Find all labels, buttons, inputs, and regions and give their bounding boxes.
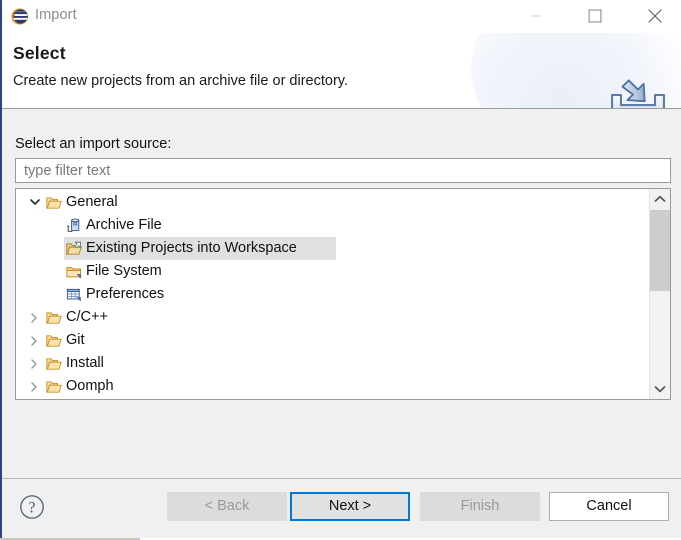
tree-item-general[interactable]: General xyxy=(16,191,649,214)
tree-item-label: Existing Projects into Workspace xyxy=(86,240,297,256)
tree-vertical-scrollbar[interactable] xyxy=(649,189,670,399)
tree-item-label: Preferences xyxy=(86,286,165,302)
tree-item-git[interactable]: Git xyxy=(16,329,649,352)
svg-text:?: ? xyxy=(29,499,36,516)
dialog-body: Select an import source: General Archive … xyxy=(2,109,681,478)
maximize-icon[interactable] xyxy=(572,0,618,32)
tree-item-label: Oomph xyxy=(66,378,114,394)
window-title: Import xyxy=(35,7,77,23)
tree-item-label: Install xyxy=(66,355,104,371)
dialog-footer: ? < Back Next > Finish Cancel xyxy=(2,479,681,538)
archive-file-icon xyxy=(66,218,82,234)
tree-item-label: C/C++ xyxy=(66,309,108,325)
minimize-icon[interactable] xyxy=(513,0,559,32)
chevron-right-icon[interactable] xyxy=(28,329,44,352)
help-question-icon[interactable]: ? xyxy=(19,494,45,520)
tree-rows-container: General Archive File Existing Projects int… xyxy=(16,189,649,399)
import-source-tree[interactable]: General Archive File Existing Projects int… xyxy=(15,188,671,400)
wizard-header: Select Create new projects from an archi… xyxy=(2,33,681,109)
scrollbar-thumb[interactable] xyxy=(650,210,670,291)
eclipse-icon xyxy=(11,8,29,25)
cancel-button[interactable]: Cancel xyxy=(549,492,669,521)
page-description: Create new projects from an archive file… xyxy=(13,73,348,89)
tree-item-label: File System xyxy=(86,263,162,279)
chevron-right-icon[interactable] xyxy=(28,352,44,375)
tree-item-archive-file[interactable]: Archive File xyxy=(16,214,649,237)
close-icon[interactable] xyxy=(632,0,678,32)
chevron-right-icon[interactable] xyxy=(28,375,44,398)
preferences-grid-icon xyxy=(66,287,82,303)
open-folder-icon xyxy=(46,333,62,349)
back-button[interactable]: < Back xyxy=(167,492,287,521)
closed-folder-icon xyxy=(66,264,82,280)
tree-item-label: Git xyxy=(66,332,85,348)
import-tray-arrow-icon xyxy=(606,75,670,108)
tree-item-install[interactable]: Install xyxy=(16,352,649,375)
tree-item-label: Archive File xyxy=(86,217,162,233)
finish-button[interactable]: Finish xyxy=(420,492,540,521)
chevron-down-icon[interactable] xyxy=(650,379,670,399)
tree-item-existing-projects-into-workspace[interactable]: Existing Projects into Workspace xyxy=(16,237,649,260)
title-bar: Import xyxy=(2,0,681,33)
next-button[interactable]: Next > xyxy=(290,492,410,521)
tree-item-label: General xyxy=(66,194,118,210)
chevron-up-icon[interactable] xyxy=(650,189,670,209)
import-source-label: Select an import source: xyxy=(15,136,172,152)
open-folder-icon xyxy=(46,310,62,326)
filter-input[interactable] xyxy=(15,158,671,183)
open-folder-icon xyxy=(46,356,62,372)
open-folder-green-arrow-icon xyxy=(66,241,82,257)
tree-item-c-c[interactable]: C/C++ xyxy=(16,306,649,329)
open-folder-icon xyxy=(46,379,62,395)
chevron-right-icon[interactable] xyxy=(28,306,44,329)
open-folder-icon xyxy=(46,195,62,211)
import-dialog-window: Import Select Create new projects from a… xyxy=(0,0,681,540)
tree-item-preferences[interactable]: Preferences xyxy=(16,283,649,306)
tree-item-oomph[interactable]: Oomph xyxy=(16,375,649,398)
page-title: Select xyxy=(13,43,66,63)
chevron-down-icon[interactable] xyxy=(28,191,44,214)
tree-item-file-system[interactable]: File System xyxy=(16,260,649,283)
